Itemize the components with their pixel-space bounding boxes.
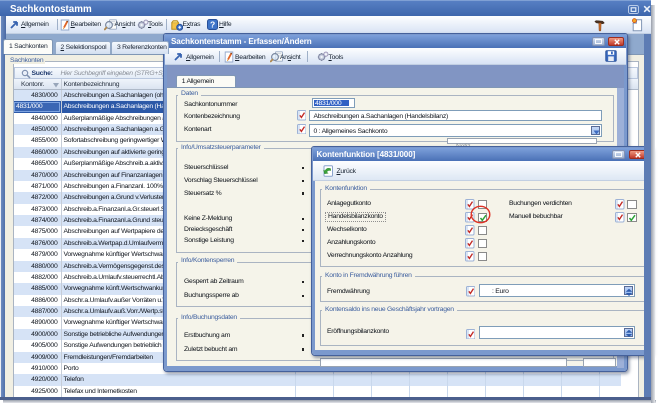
svg-text:?: ? xyxy=(210,20,215,30)
